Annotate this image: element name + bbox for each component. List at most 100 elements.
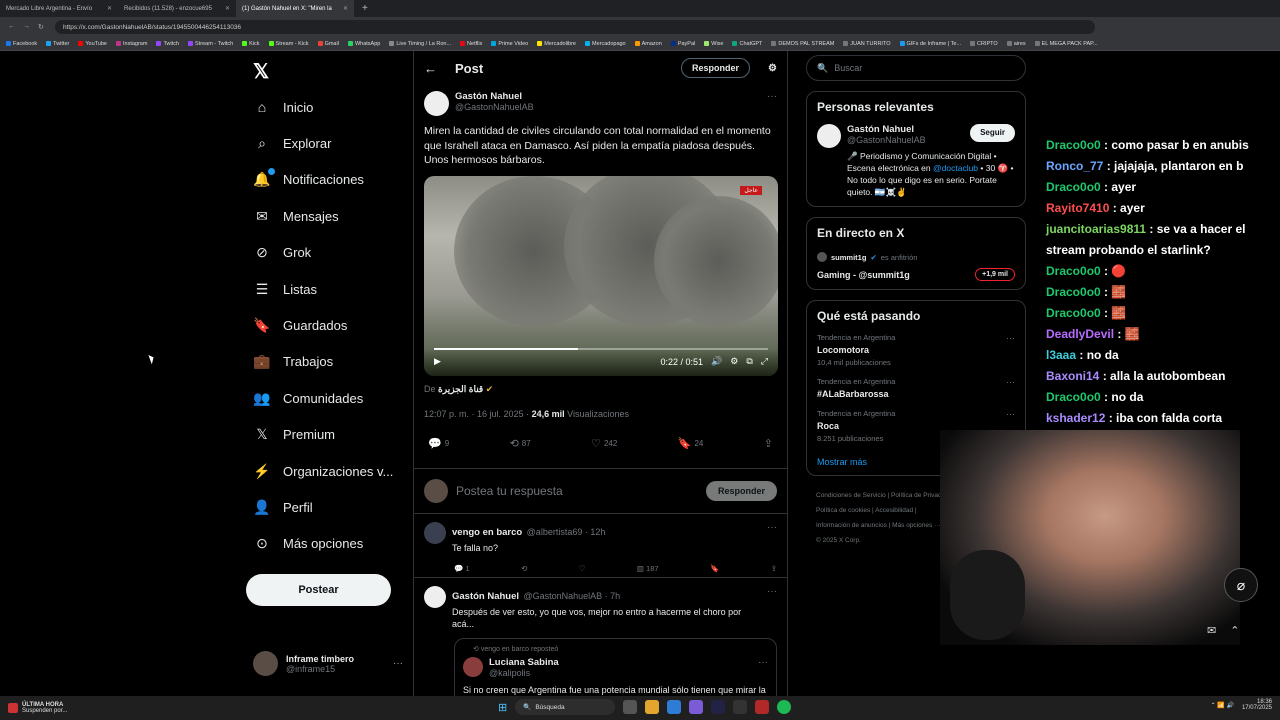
bookmark-item[interactable]: Twitch [156, 41, 179, 47]
bookmark-item[interactable]: Netflix [460, 41, 482, 47]
views-icon[interactable]: ▥ 187 [637, 564, 659, 573]
avatar[interactable] [424, 521, 446, 544]
close-icon[interactable]: ✕ [225, 5, 230, 12]
bookmark-item[interactable]: JUAN TURRITO [843, 41, 891, 47]
reply-tweet[interactable]: vengo en barco @albertista69 · 12h Te fa… [414, 514, 787, 578]
more-icon[interactable]: ··· [767, 522, 777, 533]
author-name[interactable]: Gastón Nahuel [455, 91, 534, 102]
avatar[interactable] [424, 585, 446, 608]
browser-tab-mercadolibre[interactable]: Mercado Libre Argentina - Envío ✕ [0, 0, 118, 17]
video-player[interactable]: عاجل ▶ 0:22 / 0:51 🔊 ⚙ ⧉ ⤢ [424, 175, 778, 376]
bookmark-item[interactable]: Wise [704, 41, 723, 47]
bookmark-item[interactable]: YouTube [78, 41, 107, 47]
reply-action[interactable]: 💬 9 [428, 437, 449, 450]
bookmark-item[interactable]: Kick [242, 41, 260, 47]
play-icon[interactable]: ▶ [434, 356, 441, 367]
nav-item-0[interactable]: ⌂ Inicio [253, 92, 314, 122]
bookmark-item[interactable]: GIFs de Inframe | Te... [899, 41, 961, 47]
forward-icon[interactable]: → [23, 23, 30, 31]
more-icon[interactable]: ··· [767, 91, 777, 102]
more-icon[interactable]: ··· [1006, 409, 1015, 419]
app-icon[interactable] [733, 700, 748, 714]
browser-tab-x[interactable]: (1) Gastón Nahuel en X: "Miren la ✕ [236, 0, 354, 17]
more-icon[interactable]: ··· [767, 586, 777, 597]
more-icon[interactable]: ··· [1006, 377, 1015, 387]
reply-button-top[interactable]: Responder [681, 58, 751, 78]
sliders-icon[interactable]: ⚙ [768, 63, 777, 74]
trend-item[interactable]: Tendencia en Argentina Locomotora 10,4 mil… [817, 333, 1015, 367]
like-action[interactable]: ♡ 242 [591, 437, 617, 450]
volume-icon[interactable]: 🔊 [711, 356, 722, 367]
back-icon[interactable]: ← [8, 23, 15, 31]
bookmark-item[interactable]: DEMOS PAL STREAM [771, 41, 834, 47]
nav-item-12[interactable]: ⊙ Más opciones [253, 529, 363, 559]
nav-item-3[interactable]: ✉ Mensajes [253, 201, 339, 231]
gear-icon[interactable]: ⚙ [730, 356, 738, 367]
pip-icon[interactable]: ⧉ [746, 356, 752, 367]
nav-item-11[interactable]: 👤 Perfil [253, 492, 312, 522]
reply-input[interactable]: Postea tu respuesta [456, 484, 563, 498]
bookmark-item[interactable]: Instagram [115, 41, 147, 47]
bookmark-action[interactable]: 🔖 24 [678, 437, 704, 450]
steam-icon[interactable] [711, 700, 726, 714]
nav-item-6[interactable]: 🔖 Guardados [253, 310, 347, 340]
bookmark-item[interactable]: ChatGPT [732, 41, 762, 47]
news-widget[interactable]: ÚLTIMA HORA Suspenden por... [0, 702, 150, 714]
bookmark-item[interactable]: CRIPTO [970, 41, 998, 47]
live-stream[interactable]: Gaming - @summit1g +1,9 mil [817, 268, 1015, 281]
grok-icon[interactable]: ⌀ [1224, 568, 1258, 602]
fullscreen-icon[interactable]: ⤢ [761, 356, 768, 367]
nav-item-9[interactable]: 𝕏 Premium [253, 420, 335, 450]
task-view-icon[interactable] [623, 700, 638, 714]
bookmark-icon[interactable]: 🔖 [710, 564, 719, 573]
nav-item-1[interactable]: ⌕ Explorar [253, 128, 331, 158]
reply-tweet[interactable]: Gastón Nahuel @GastonNahuelAB · 7h Despu… [414, 578, 787, 696]
reload-icon[interactable]: ↻ [38, 23, 44, 31]
app-icon[interactable] [755, 700, 770, 714]
avatar[interactable] [817, 124, 841, 148]
bookmark-item[interactable]: Amazon [634, 41, 662, 47]
bookmark-item[interactable]: PayPal [670, 41, 695, 47]
nav-item-5[interactable]: ☰ Listas [253, 274, 317, 304]
system-tray[interactable]: ⌃ 📶 🔊 18:36 17/07/2025 [1211, 699, 1272, 711]
follow-button[interactable]: Seguir [970, 124, 1015, 142]
close-icon[interactable]: ✕ [107, 5, 112, 12]
bookmark-item[interactable]: Stream - Twitch [188, 41, 233, 47]
account-switcher[interactable]: Inframe timbero @inframe15 ··· [253, 651, 403, 676]
bookmark-item[interactable]: Prime Video [491, 41, 528, 47]
url-field[interactable]: https://x.com/GastonNahuelAB/status/1945… [55, 20, 1095, 34]
nav-item-7[interactable]: 💼 Trabajos [253, 347, 333, 377]
bookmark-item[interactable]: Gmail [317, 41, 339, 47]
bookmark-item[interactable]: EL MEGA PACK PAP... [1034, 41, 1098, 47]
x-logo-icon[interactable]: 𝕏 [253, 59, 269, 84]
nav-item-10[interactable]: ⚡ Organizaciones v... [253, 456, 393, 486]
nav-item-8[interactable]: 👥 Comunidades [253, 383, 363, 413]
close-icon[interactable]: ✕ [343, 5, 348, 12]
repost-icon[interactable]: ⟲ [521, 564, 527, 573]
repost-action[interactable]: ⟲ 87 [510, 437, 531, 450]
search-input[interactable]: 🔍 Buscar [806, 55, 1026, 81]
trend-item[interactable]: Tendencia en Argentina #ALaBarbarossa ··· [817, 377, 1015, 399]
bookmark-item[interactable]: Live Timing / La Ron... [389, 41, 451, 47]
bookmark-item[interactable]: Stream - Kick [268, 41, 309, 47]
share-icon[interactable]: ⇪ [771, 564, 777, 573]
post-button[interactable]: Postear [246, 574, 391, 606]
edge-icon[interactable] [667, 700, 682, 714]
heart-icon[interactable]: ♡ [579, 564, 586, 573]
bookmark-item[interactable]: aires [1006, 41, 1026, 47]
nav-item-4[interactable]: ⊘ Grok [253, 238, 311, 268]
file-explorer-icon[interactable] [645, 700, 660, 714]
discord-icon[interactable] [689, 700, 704, 714]
taskbar-search[interactable]: 🔍 Búsqueda [515, 699, 616, 715]
windows-start-icon[interactable]: ⊞ [498, 701, 507, 714]
avatar[interactable] [424, 91, 449, 116]
back-arrow-icon[interactable]: ← [424, 61, 437, 76]
more-icon[interactable]: ··· [1006, 333, 1015, 343]
share-action[interactable]: ⇪ [764, 437, 773, 450]
quoted-tweet[interactable]: ⟲ vengo en barco reposteó Luciana Sabina… [454, 637, 777, 696]
bookmark-item[interactable]: WhatsApp [347, 41, 380, 47]
bookmark-item[interactable]: Mercadolibre [537, 41, 576, 47]
more-icon[interactable]: ··· [758, 657, 768, 668]
spotify-icon[interactable] [777, 700, 792, 714]
reply-submit-button[interactable]: Responder [705, 480, 777, 501]
